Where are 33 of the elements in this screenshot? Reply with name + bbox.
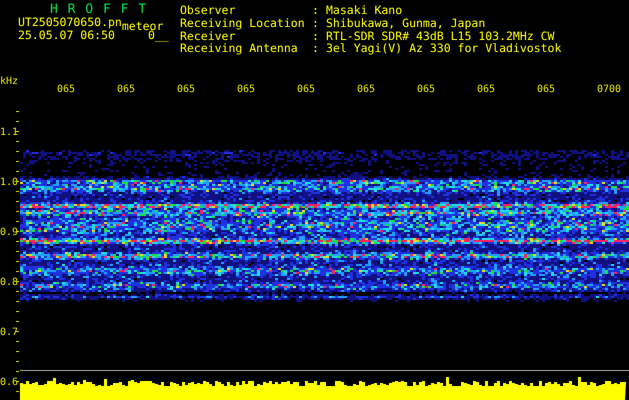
info-label: Receiver xyxy=(180,30,236,42)
frequency-label: 1.0 xyxy=(0,177,18,188)
info-label: Observer xyxy=(180,4,236,17)
frequency-label: 0.6 xyxy=(0,377,18,388)
info-value: Shibukawa, Gunma, Japan xyxy=(326,16,486,30)
time-label: 065 xyxy=(297,84,316,95)
file-name: UT2505070650.pn xyxy=(18,16,122,29)
time-label: 065 xyxy=(237,84,256,95)
info-value: Masaki Kano xyxy=(326,4,404,17)
time-label: 065 xyxy=(357,84,376,95)
time-label: 065 xyxy=(117,84,136,95)
info-separator: : xyxy=(312,42,320,55)
time-label: 065 xyxy=(537,84,556,95)
code-text: 0__ xyxy=(148,29,169,42)
time-label: 065 xyxy=(177,84,196,95)
frequency-label: 0.9 xyxy=(0,227,18,238)
frequency-label: 0.8 xyxy=(0,277,18,288)
time-label: 065 xyxy=(417,84,436,95)
info-separator: : xyxy=(312,4,320,17)
time-label: 065 xyxy=(57,84,76,95)
info-label: Receiving Location xyxy=(180,16,306,30)
info-separator: : xyxy=(312,30,320,42)
time-label: 065 xyxy=(477,84,496,95)
info-value: 3el Yagi(V) Az 330 for Vladivostok xyxy=(326,42,562,55)
app-title: H R O F F T xyxy=(49,3,148,16)
info-value: RTL-SDR SDR# 43dB L15 103.2MHz CW xyxy=(326,30,556,42)
info-separator: : xyxy=(312,16,320,30)
time-label: 0700 xyxy=(597,84,622,95)
frequency-unit: kHz xyxy=(0,76,18,87)
info-label: Receiving Antenna xyxy=(180,42,299,55)
frequency-label: 0.7 xyxy=(0,327,18,338)
frequency-label: 1.1 xyxy=(0,127,18,138)
date-time: 25.05.07 06:50 xyxy=(18,29,115,42)
